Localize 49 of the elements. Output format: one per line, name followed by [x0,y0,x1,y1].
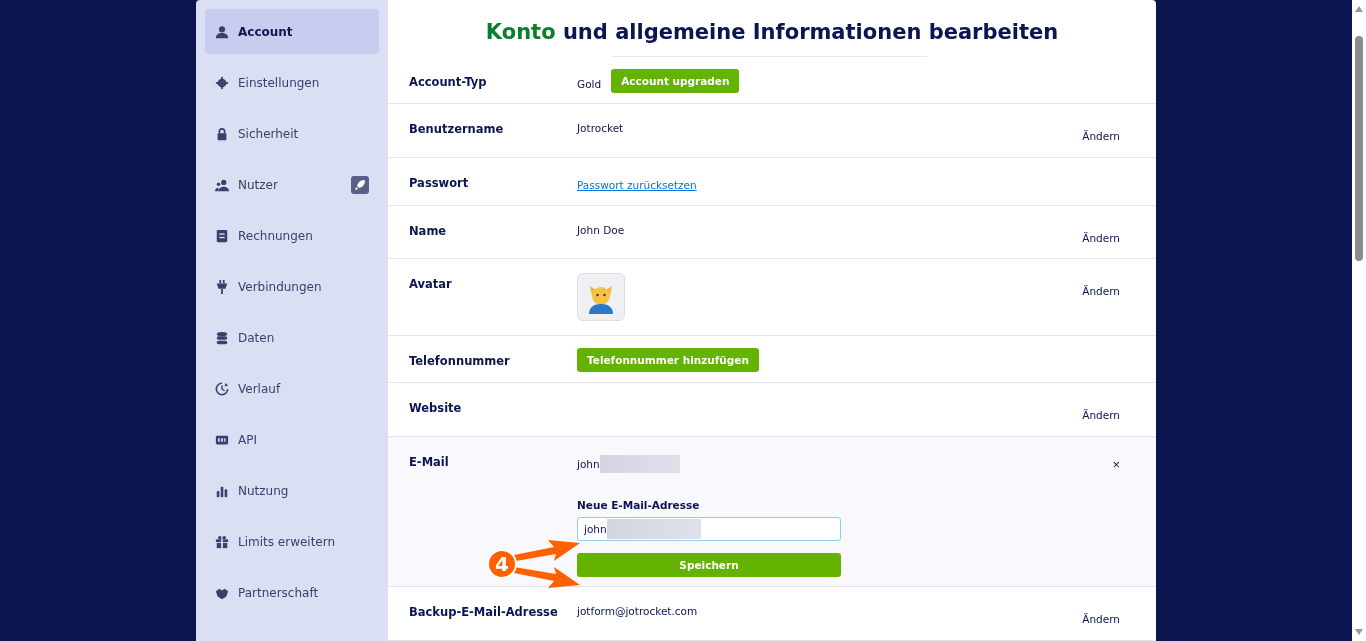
avatar-image[interactable] [577,273,625,322]
change-link[interactable]: Ändern [1076,401,1126,423]
sidebar-item[interactable]: API [205,417,379,462]
menu-icon [215,381,229,396]
sidebar-item[interactable]: Partnerschaft [205,570,379,615]
sidebar-item[interactable]: Nutzung [205,468,379,513]
annotation-arrow [514,567,580,591]
field-label: Telefonnummer [409,354,511,369]
menu-icon [215,330,229,345]
field-label: Name [409,223,448,238]
field-label: Website [409,401,463,416]
reset-password-link[interactable]: Passwort zurücksetzen [577,175,1126,191]
email-input-field[interactable]: john [577,517,841,541]
sidebar-item[interactable]: Verbindungen [205,264,379,309]
field-value: Jotrocket [577,121,625,134]
field-label: Benutzername [409,121,505,136]
menu-icon [215,126,229,141]
field-value: Gold [577,77,602,90]
field-label: Backup-E-Mail-Adresse [409,605,559,620]
page-title: Konto und allgemeine Informationen bearbeiten [484,19,1060,46]
sidebar-item[interactable]: Daten [205,315,379,360]
change-link[interactable]: Ändern [1076,223,1126,245]
sidebar-item[interactable]: Limits erweitern [205,519,379,564]
field-value: jotform@jotrocket.com [577,605,699,618]
sidebar-item[interactable]: Sicherheit [205,111,379,156]
menu-icon [215,75,229,90]
sidebar-item[interactable]: Nutzer [205,162,379,207]
sidebar-item[interactable]: Einstellungen [205,60,379,105]
email-value: john [577,458,600,470]
menu-icon [215,228,229,243]
field-label: Account-Typ [409,74,488,89]
change-link[interactable]: Ändern [1076,605,1126,627]
menu-icon [215,177,229,192]
annotation-arrow [514,537,580,561]
field-label: Passwort [409,175,470,190]
menu-icon [215,24,229,39]
field-label: Avatar [409,277,453,292]
field-label: E-Mail [409,455,450,469]
menu-icon [215,279,229,294]
field-label: Neue E-Mail-Adresse [577,499,701,511]
change-link[interactable]: Ändern [1076,121,1126,143]
sidebar-item[interactable]: Account [205,9,379,54]
field-value: John Doe [577,223,626,236]
menu-icon [215,534,229,549]
scrollbar[interactable] [1352,0,1366,641]
sidebar-item[interactable]: Rechnungen [205,213,379,258]
change-link[interactable]: Ändern [1076,277,1126,299]
close-button[interactable]: × [1106,455,1126,473]
sidebar-item[interactable]: Verlauf [205,366,379,411]
